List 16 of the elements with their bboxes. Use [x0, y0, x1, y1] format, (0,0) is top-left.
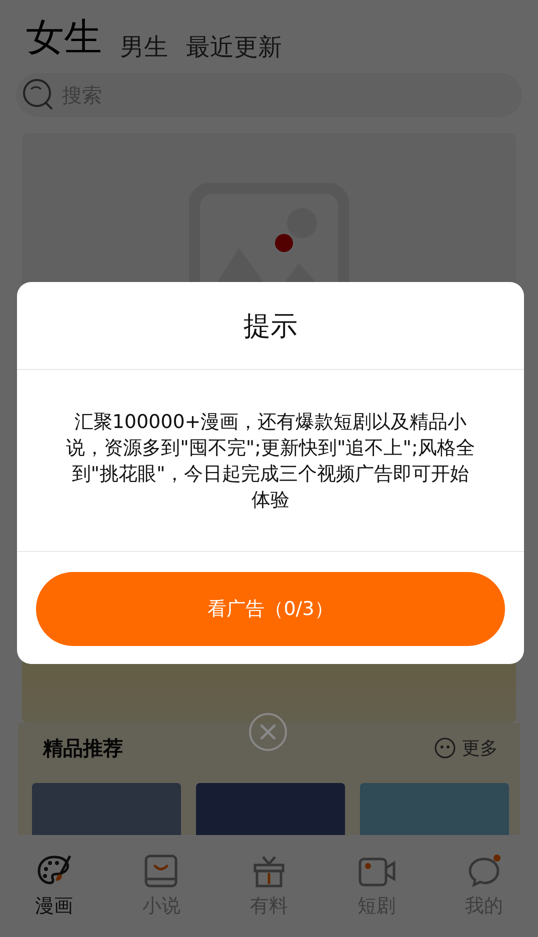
category-tab[interactable]: 最近更新 [186, 31, 282, 63]
chat-bubble-icon [466, 853, 502, 889]
more-link[interactable]: 更多 [434, 736, 498, 760]
category-tab[interactable]: 女生 [26, 12, 102, 63]
nav-tab[interactable]: 漫画 [14, 853, 94, 919]
dialog-title: 提示 [244, 310, 298, 344]
close-icon[interactable] [248, 712, 288, 752]
chat-dots-icon [434, 737, 456, 759]
category-tab[interactable]: 男生 [120, 31, 168, 63]
comic-cover[interactable] [196, 783, 345, 835]
section-title: 精品推荐 [43, 734, 123, 762]
comic-cover[interactable] [32, 783, 181, 835]
dialog-message: 汇聚100000+漫画，还有爆款短剧以及精品小说，资源多到"囤不完";更新快到"追不上";风格全到"挑花眼"，今日起完成三个视频广告即可开始体验 [65, 410, 476, 512]
book-icon [143, 853, 180, 889]
watch-ad-button[interactable]: 看广告（0/3） [36, 572, 505, 646]
comic-cover[interactable] [360, 783, 509, 835]
